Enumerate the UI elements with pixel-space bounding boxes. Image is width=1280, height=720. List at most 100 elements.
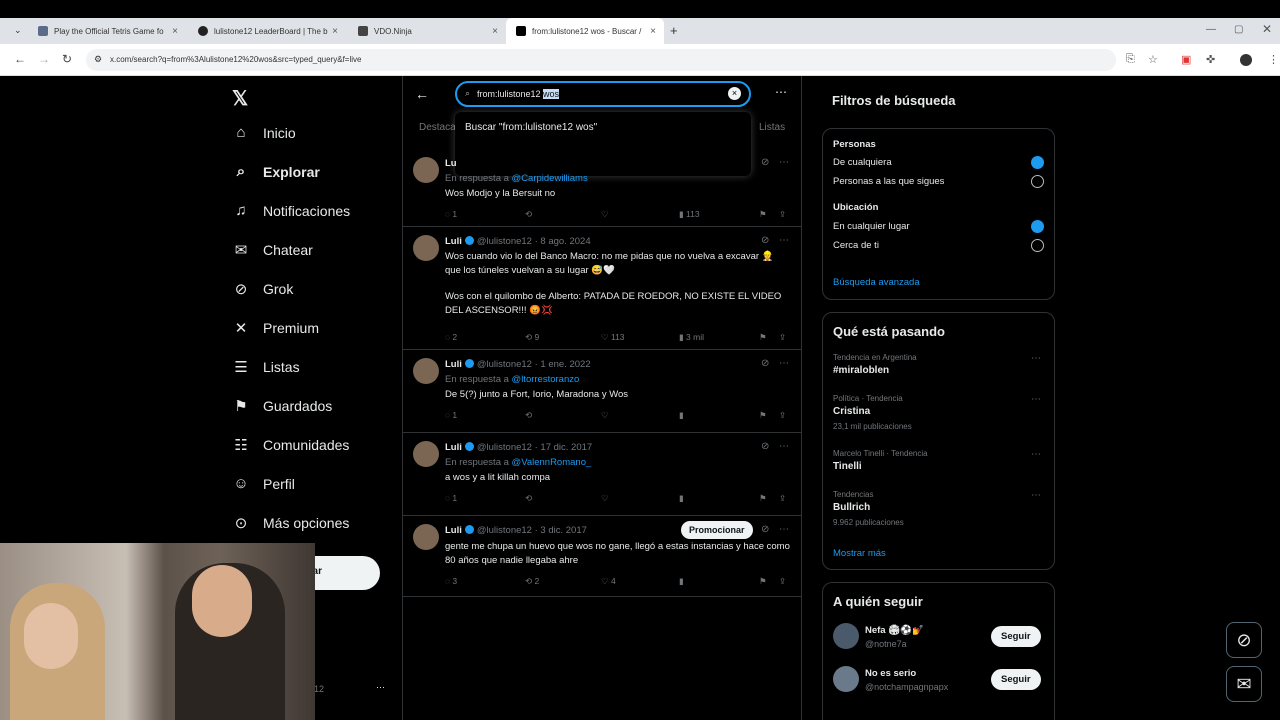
tab-search-dropdown-icon[interactable]: ⌄ <box>14 25 22 36</box>
post-item[interactable]: Luli @lulistone12 · 8 ago. 2024 ⊘ ⋯ Wos c… <box>403 228 801 350</box>
like-button[interactable]: ♡ <box>601 410 609 421</box>
sidebar-item-chatear[interactable]: ✉ Chatear <box>232 241 313 259</box>
post-item[interactable]: Lu ⊘ ⋯ En respuesta a @Carpidewilliams W… <box>403 150 801 227</box>
trend-more-icon[interactable]: ⋯ <box>1031 490 1041 501</box>
sidebar-item-explorar[interactable]: ⌕ Explorar <box>232 163 320 180</box>
browser-tab-vdo-ninja[interactable]: VDO.Ninja × <box>348 18 506 44</box>
trend-more-icon[interactable]: ⋯ <box>1031 449 1041 460</box>
tab-destacados[interactable]: Destaca <box>419 122 456 133</box>
location-any-option[interactable]: En cualquier lugar <box>833 221 910 232</box>
post-date[interactable]: · 3 dic. 2017 <box>535 525 587 536</box>
avatar[interactable] <box>413 441 439 467</box>
search-suggestion-item[interactable]: Buscar "from:lulistone12 wos" <box>465 122 597 133</box>
sidebar-item-inicio[interactable]: ⌂ Inicio <box>232 124 295 141</box>
browser-tab-tetris[interactable]: Play the Official Tetris Game fo × <box>28 18 186 44</box>
people-any-option[interactable]: De cualquiera <box>833 157 892 168</box>
trend-item[interactable]: Tinelli <box>833 461 862 472</box>
post-item[interactable]: Luli @lulistone12 · 1 ene. 2022 ⊘ ⋯ En re… <box>403 351 801 433</box>
grok-icon[interactable]: ⊘ <box>761 524 769 535</box>
bookmark-button[interactable]: ⚑ <box>759 332 767 343</box>
promote-button[interactable]: Promocionar <box>681 521 753 539</box>
back-icon[interactable]: ← <box>14 52 26 66</box>
search-input[interactable]: ⌕ from:lulistone12 wos × <box>455 81 751 107</box>
views-button[interactable]: ▮ <box>679 410 684 421</box>
back-arrow-icon[interactable]: ← <box>415 86 429 102</box>
extension-red-icon[interactable]: ▣ <box>1181 53 1191 66</box>
post-date[interactable]: · 17 dic. 2017 <box>535 442 593 453</box>
avatar[interactable] <box>413 157 439 183</box>
trend-item[interactable]: #miraloblen <box>833 365 889 376</box>
reload-icon[interactable]: ↻ <box>62 52 72 66</box>
site-info-icon[interactable]: ⚙ <box>94 54 102 65</box>
sidebar-item-perfil[interactable]: ☺ Perfil <box>232 475 295 492</box>
url-field[interactable]: ⚙ x.com/search?q=from%3Alulistone12%20wo… <box>86 49 1116 71</box>
reply-button[interactable]: ◌ 3 <box>445 576 457 586</box>
browser-tab-leaderboard[interactable]: lulistone12 LeaderBoard | The b × <box>188 18 346 44</box>
sidebar-item-comunidades[interactable]: ☷ Comunidades <box>232 436 349 454</box>
views-button[interactable]: ▮ <box>679 576 684 587</box>
reply-to-link[interactable]: @ltorrestoranzo <box>512 374 580 385</box>
post-author-name[interactable]: Luli <box>445 525 462 536</box>
reply-button[interactable]: ◌ 1 <box>445 493 457 503</box>
bookmark-button[interactable]: ⚑ <box>759 209 767 220</box>
like-button[interactable]: ♡ 4 <box>601 576 616 587</box>
avatar[interactable] <box>833 666 859 692</box>
sidebar-item-listas[interactable]: ☰ Listas <box>232 358 299 376</box>
profile-avatar-icon[interactable] <box>1240 54 1252 66</box>
post-date[interactable]: · 1 ene. 2022 <box>535 359 591 370</box>
share-button[interactable]: ⇪ <box>779 576 786 587</box>
suggested-user-name[interactable]: No es serio <box>865 668 916 679</box>
like-button[interactable]: ♡ 113 <box>601 332 625 343</box>
views-button[interactable]: ▮ <box>679 493 684 504</box>
post-more-icon[interactable]: ⋯ <box>779 524 789 535</box>
close-tab-icon[interactable]: × <box>492 26 498 37</box>
follow-button[interactable]: Seguir <box>991 626 1041 647</box>
people-following-option[interactable]: Personas a las que sigues <box>833 176 944 187</box>
post-item[interactable]: Luli @lulistone12 · 3 dic. 2017 Promocion… <box>403 517 801 597</box>
sidebar-item-mas-opciones[interactable]: ⊙ Más opciones <box>232 514 350 532</box>
post-more-icon[interactable]: ⋯ <box>779 358 789 369</box>
clear-search-icon[interactable]: × <box>728 87 741 100</box>
avatar[interactable] <box>833 623 859 649</box>
share-button[interactable]: ⇪ <box>779 209 786 220</box>
install-app-icon[interactable]: ⎘ <box>1126 53 1135 66</box>
restore-icon[interactable]: ▢ <box>1234 24 1243 35</box>
reply-to-link[interactable]: @ValennRomano_ <box>512 457 592 468</box>
grok-fab-icon[interactable]: ⊘ <box>1226 622 1262 658</box>
avatar[interactable] <box>413 524 439 550</box>
minimize-icon[interactable]: — <box>1206 24 1216 35</box>
browser-menu-icon[interactable]: ⋮ <box>1268 53 1279 66</box>
post-more-icon[interactable]: ⋯ <box>779 441 789 452</box>
sidebar-item-grok[interactable]: ⊘ Grok <box>232 280 294 298</box>
reply-button[interactable]: ◌ 1 <box>445 209 457 219</box>
bookmark-button[interactable]: ⚑ <box>759 493 767 504</box>
post-more-icon[interactable]: ⋯ <box>779 157 789 168</box>
bookmark-star-icon[interactable]: ☆ <box>1148 53 1158 66</box>
share-button[interactable]: ⇪ <box>779 332 786 343</box>
close-window-icon[interactable]: ✕ <box>1262 22 1272 36</box>
location-any-radio[interactable] <box>1031 220 1044 233</box>
post-author-name[interactable]: Luli <box>445 236 462 247</box>
avatar[interactable] <box>413 235 439 261</box>
repost-button[interactable]: ⟲ <box>525 410 532 421</box>
advanced-search-link[interactable]: Búsqueda avanzada <box>833 277 920 288</box>
trend-item[interactable]: Cristina <box>833 406 870 417</box>
repost-button[interactable]: ⟲ 9 <box>525 332 539 343</box>
grok-icon[interactable]: ⊘ <box>761 358 769 369</box>
follow-button[interactable]: Seguir <box>991 669 1041 690</box>
people-following-radio[interactable] <box>1031 175 1044 188</box>
bookmark-button[interactable]: ⚑ <box>759 576 767 587</box>
reply-button[interactable]: ◌ 2 <box>445 332 457 342</box>
trend-item[interactable]: Bullrich <box>833 502 870 513</box>
post-date[interactable]: · 8 ago. 2024 <box>535 236 591 247</box>
bookmark-button[interactable]: ⚑ <box>759 410 767 421</box>
sidebar-item-guardados[interactable]: ⚑ Guardados <box>232 397 332 415</box>
avatar[interactable] <box>413 358 439 384</box>
suggested-user-name[interactable]: Nefa 🏟⚽💅 <box>865 625 924 636</box>
close-tab-icon[interactable]: × <box>172 26 178 37</box>
forward-icon[interactable]: → <box>38 52 50 66</box>
grok-icon[interactable]: ⊘ <box>761 441 769 452</box>
views-button[interactable]: ▮ 113 <box>679 209 700 220</box>
share-button[interactable]: ⇪ <box>779 410 786 421</box>
close-tab-icon[interactable]: × <box>332 26 338 37</box>
